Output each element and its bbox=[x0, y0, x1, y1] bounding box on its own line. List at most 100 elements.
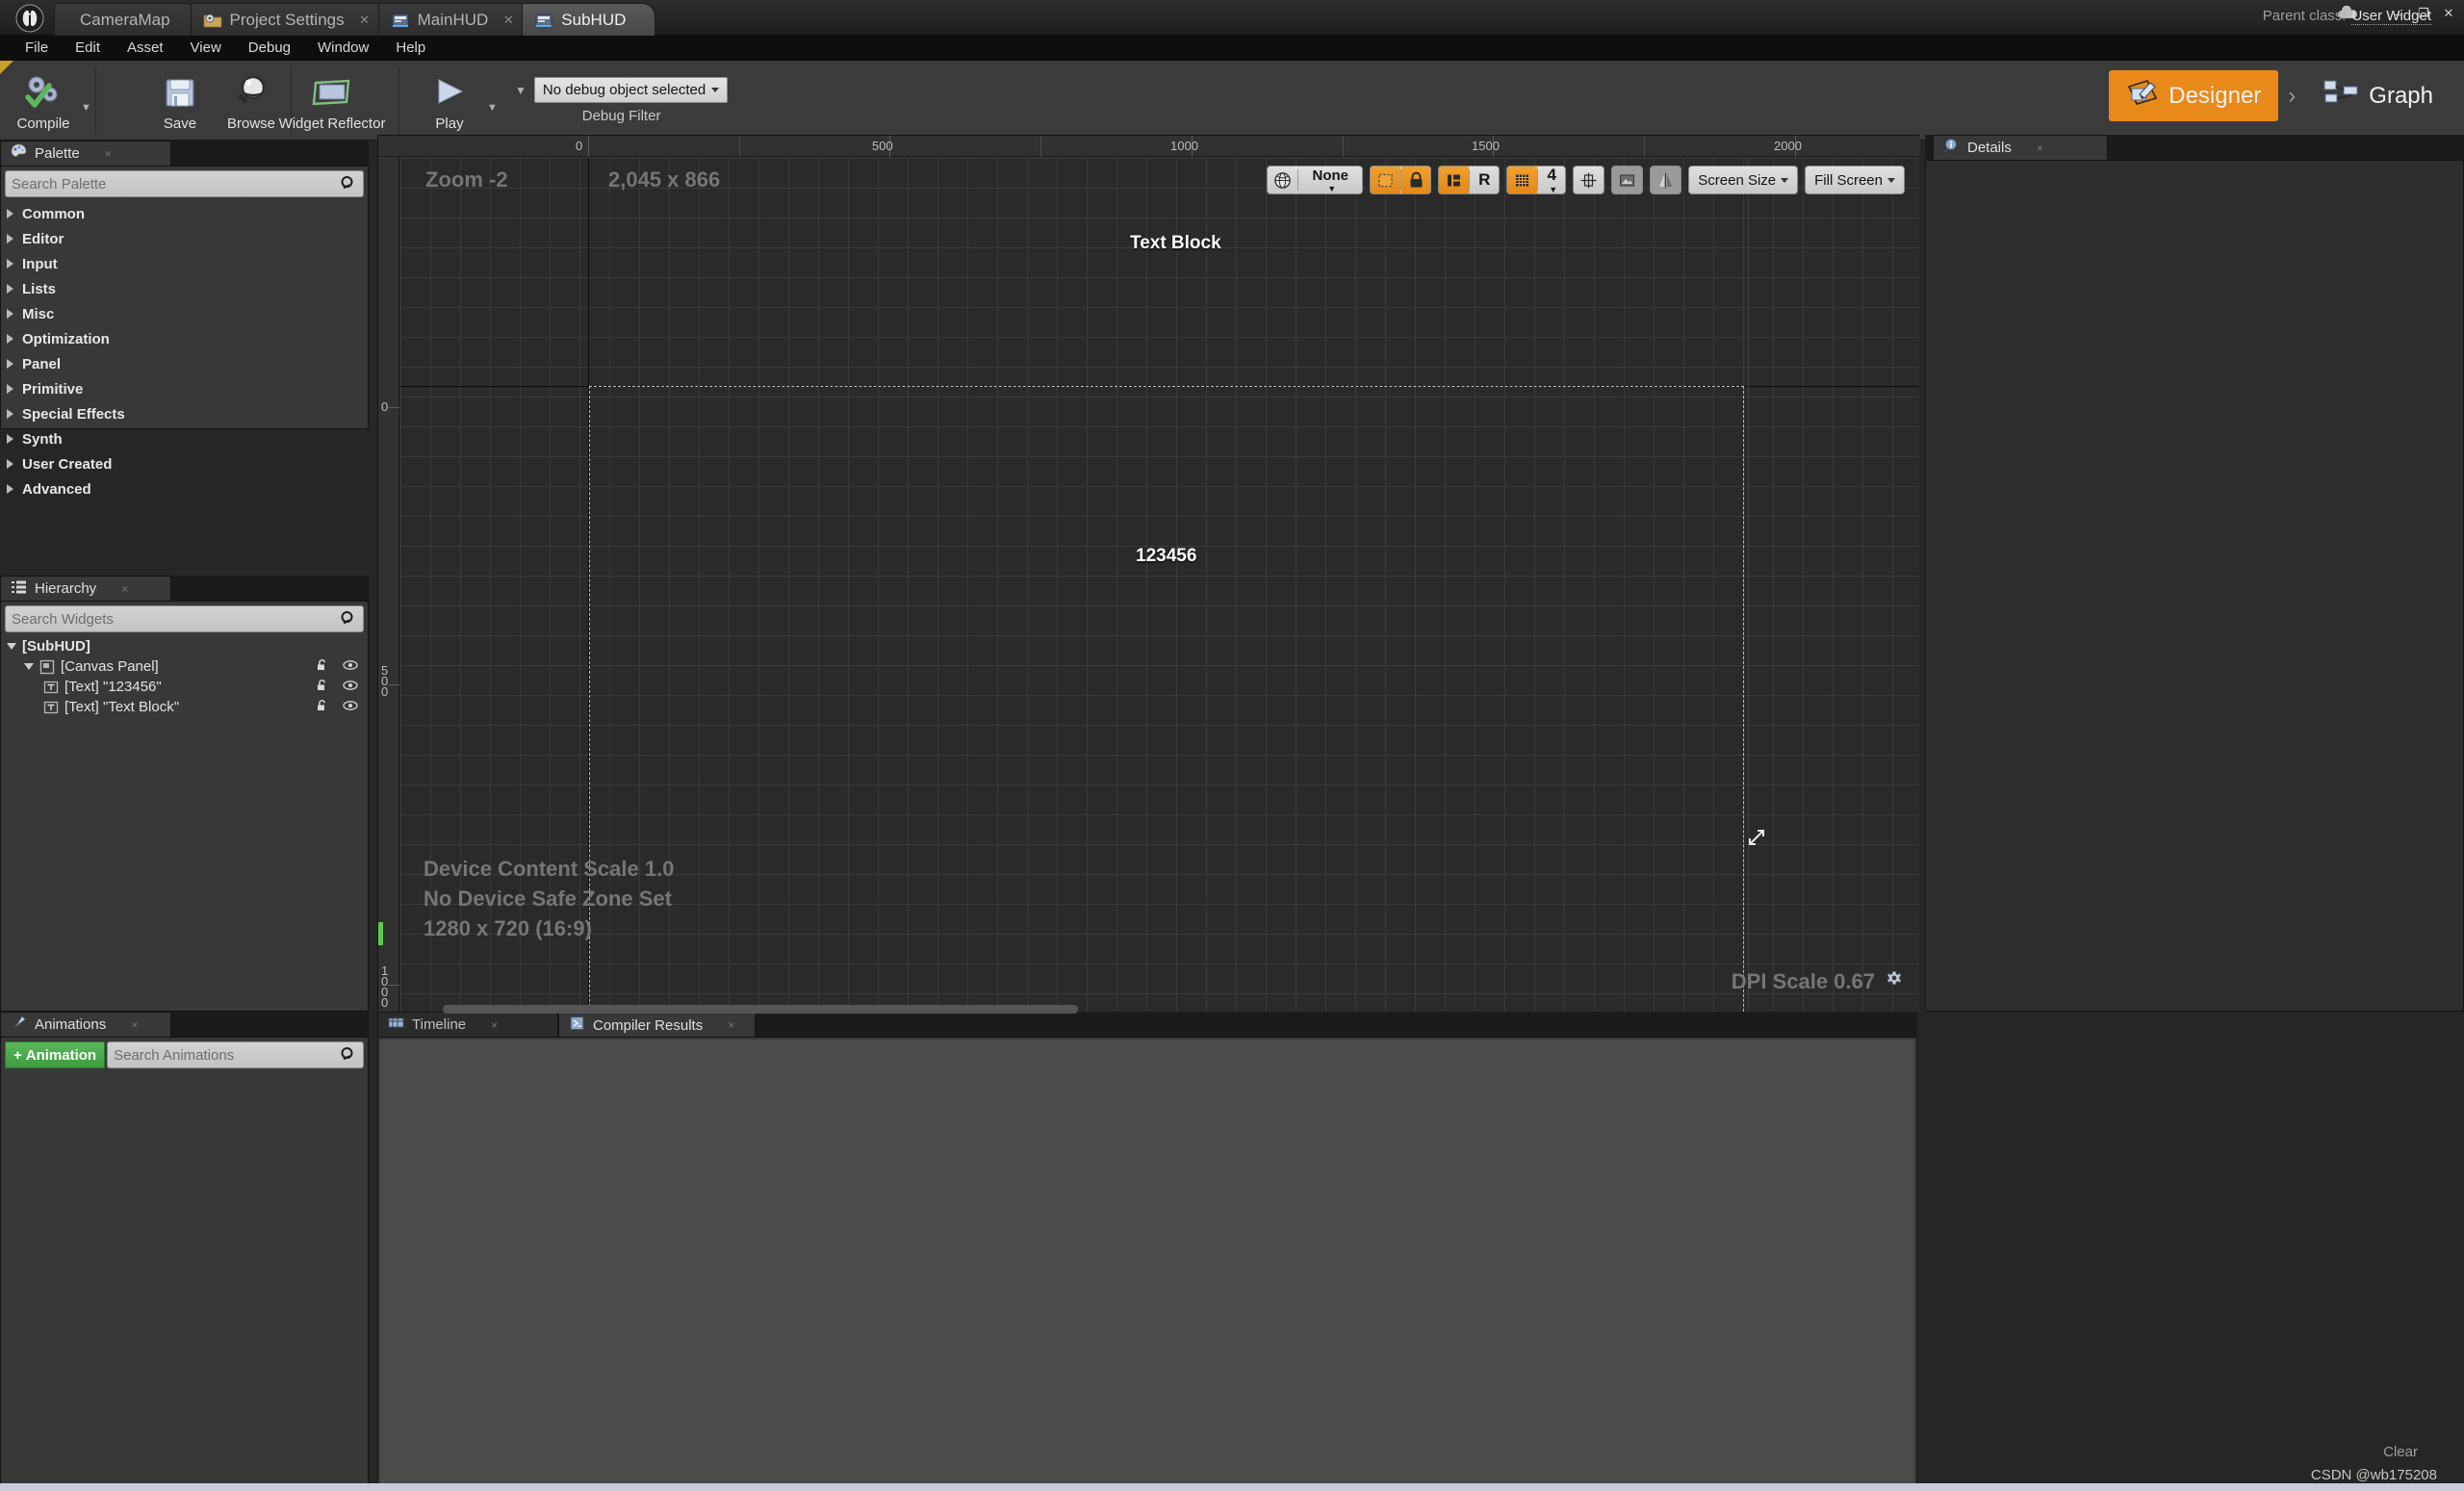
debug-options-chevron-down-icon[interactable]: ▼ bbox=[515, 84, 526, 97]
fill-layout-icon[interactable] bbox=[1439, 167, 1470, 193]
dpi-scale-indicator[interactable]: DPI Scale 0.67 bbox=[1732, 969, 1904, 994]
chevron-down-icon[interactable] bbox=[24, 663, 34, 670]
tab-compiler-results[interactable]: Compiler Results × bbox=[558, 1012, 756, 1037]
designer-mode-button[interactable]: Designer bbox=[2109, 70, 2279, 121]
palette-category-advanced[interactable]: Advanced bbox=[1, 476, 368, 501]
play-button[interactable]: Play bbox=[414, 65, 485, 137]
localization-rtl-button[interactable]: R bbox=[1470, 167, 1499, 193]
gear-icon[interactable] bbox=[1885, 969, 1904, 994]
tab-palette[interactable]: Palette × bbox=[0, 141, 171, 166]
palette-category-label: Panel bbox=[22, 355, 62, 373]
design-canvas[interactable]: Text Block 123456 Zoom -2 2,045 x 866 De… bbox=[400, 158, 1919, 1012]
window-tab-close-icon[interactable]: ✕ bbox=[501, 13, 515, 28]
tab-timeline[interactable]: Timeline × bbox=[377, 1012, 558, 1037]
chevron-down-icon[interactable] bbox=[7, 643, 16, 650]
close-icon[interactable]: × bbox=[105, 147, 112, 161]
compiler-results-log-area[interactable] bbox=[380, 1040, 1914, 1488]
snap-grid-icon[interactable] bbox=[1507, 167, 1538, 193]
viewport-horizontal-scrollbar[interactable] bbox=[443, 1005, 1078, 1014]
widget-reflector-button[interactable]: Widget Reflector bbox=[270, 65, 395, 137]
mirror-icon[interactable] bbox=[1651, 167, 1681, 193]
graph-mode-button[interactable]: Graph bbox=[2305, 71, 2451, 120]
unlocked-padlock-icon[interactable] bbox=[316, 699, 329, 716]
image-preview-icon[interactable] bbox=[1612, 167, 1643, 193]
unlocked-padlock-icon[interactable] bbox=[316, 679, 329, 696]
text-123456-widget[interactable]: 123456 bbox=[1136, 546, 1196, 567]
tree-item-canvas-panel[interactable]: [Canvas Panel] bbox=[1, 656, 368, 677]
debug-object-dropdown[interactable]: No debug object selected bbox=[533, 77, 729, 103]
palette-category-synth[interactable]: Synth bbox=[1, 426, 368, 451]
window-tab-cameramap[interactable]: CameraMap bbox=[54, 3, 200, 36]
window-tab-subhud[interactable]: SubHUD bbox=[522, 3, 656, 36]
search-palette-box[interactable] bbox=[5, 170, 364, 197]
palette-category-editor[interactable]: Editor bbox=[1, 226, 368, 251]
fill-screen-dropdown[interactable]: Fill Screen bbox=[1806, 167, 1904, 193]
palette-category-optimization[interactable]: Optimization bbox=[1, 326, 368, 351]
search-animations-box[interactable] bbox=[107, 1041, 364, 1068]
vertical-ruler[interactable]: 0 500 1000 bbox=[378, 157, 399, 1013]
viewport-toolbar: None ▼ R 4 ▼ Screen Size Fill Screen bbox=[1267, 166, 1905, 194]
compile-button[interactable]: Compile bbox=[8, 65, 79, 137]
localization-globe-icon[interactable] bbox=[1268, 167, 1297, 193]
maximize-button[interactable]: ❐ bbox=[2412, 3, 2435, 24]
save-button[interactable]: Save bbox=[144, 65, 216, 137]
palette-category-primitive[interactable]: Primitive bbox=[1, 376, 368, 401]
close-button[interactable]: ✕ bbox=[2437, 3, 2460, 24]
transform-widget-icon[interactable] bbox=[1574, 167, 1604, 193]
window-tab-project-settings[interactable]: Project Settings ✕ bbox=[190, 3, 388, 36]
menu-file[interactable]: File bbox=[12, 36, 62, 61]
menu-debug[interactable]: Debug bbox=[235, 36, 304, 61]
palette-category-common[interactable]: Common bbox=[1, 201, 368, 226]
window-tab-close-icon[interactable]: ✕ bbox=[358, 13, 372, 28]
palette-category-label: User Created bbox=[22, 455, 113, 473]
clear-log-button[interactable]: Clear bbox=[2383, 1444, 2418, 1460]
screen-size-dropdown[interactable]: Screen Size bbox=[1689, 167, 1797, 193]
designer-viewport[interactable]: 0 500 1000 1500 2000 0 500 1000 Text Blo… bbox=[377, 135, 1920, 1013]
palette-category-misc[interactable]: Misc bbox=[1, 301, 368, 326]
search-palette-input[interactable] bbox=[12, 175, 340, 193]
close-icon[interactable]: × bbox=[728, 1018, 734, 1032]
close-icon[interactable]: × bbox=[2037, 141, 2043, 155]
tab-details[interactable]: Details × bbox=[1933, 135, 2108, 160]
eye-visibility-icon[interactable] bbox=[343, 679, 358, 695]
menu-edit[interactable]: Edit bbox=[62, 36, 114, 61]
outline-widget-icon[interactable] bbox=[1371, 167, 1401, 193]
compile-options-chevron-down-icon[interactable]: ▼ bbox=[81, 102, 91, 114]
palette-category-input[interactable]: Input bbox=[1, 251, 368, 276]
eye-visibility-icon[interactable] bbox=[343, 699, 358, 715]
add-animation-button[interactable]: + Animation bbox=[5, 1041, 106, 1068]
resize-diagonal-icon[interactable] bbox=[1746, 827, 1767, 853]
ruler-label: 1000 bbox=[1170, 139, 1198, 153]
tab-hierarchy[interactable]: Hierarchy × bbox=[0, 576, 171, 601]
localization-preview-dropdown[interactable]: None ▼ bbox=[1298, 167, 1362, 193]
tree-item-text-text-block[interactable]: [Text] "Text Block" bbox=[1, 697, 368, 717]
close-icon[interactable]: × bbox=[131, 1018, 138, 1032]
tree-item-text-123456[interactable]: [Text] "123456" bbox=[1, 677, 368, 697]
play-options-chevron-down-icon[interactable]: ▼ bbox=[487, 102, 498, 114]
minimize-button[interactable]: – bbox=[2387, 3, 2410, 24]
search-widgets-input[interactable] bbox=[12, 610, 340, 628]
search-widgets-box[interactable] bbox=[5, 605, 364, 632]
unlocked-padlock-icon[interactable] bbox=[316, 658, 329, 676]
tree-item-subhud[interactable]: [SubHUD] bbox=[1, 636, 368, 656]
close-icon[interactable]: × bbox=[491, 1018, 498, 1032]
search-animations-input[interactable] bbox=[114, 1046, 340, 1064]
tab-animations[interactable]: Animations × bbox=[0, 1012, 171, 1037]
menu-view[interactable]: View bbox=[177, 36, 235, 61]
debug-filter-group: ▼ No debug object selected Debug Filter bbox=[515, 61, 729, 141]
grid-size-dropdown[interactable]: 4 ▼ bbox=[1538, 167, 1565, 193]
menu-window[interactable]: Window bbox=[304, 36, 382, 61]
menu-help[interactable]: Help bbox=[382, 36, 439, 61]
preview-surface-rect bbox=[589, 386, 1744, 1012]
palette-category-special-effects[interactable]: Special Effects bbox=[1, 401, 368, 426]
palette-category-lists[interactable]: Lists bbox=[1, 276, 368, 301]
horizontal-ruler[interactable]: 0 500 1000 1500 2000 bbox=[378, 136, 1920, 157]
text-block-widget[interactable]: Text Block bbox=[1130, 233, 1221, 254]
palette-category-user-created[interactable]: User Created bbox=[1, 451, 368, 476]
close-icon[interactable]: × bbox=[121, 582, 128, 596]
locked-padlock-icon[interactable] bbox=[1401, 167, 1431, 193]
menu-asset[interactable]: Asset bbox=[114, 36, 177, 61]
palette-category-panel[interactable]: Panel bbox=[1, 351, 368, 376]
eye-visibility-icon[interactable] bbox=[343, 658, 358, 675]
window-tab-mainhud[interactable]: MainHUD ✕ bbox=[377, 3, 532, 36]
